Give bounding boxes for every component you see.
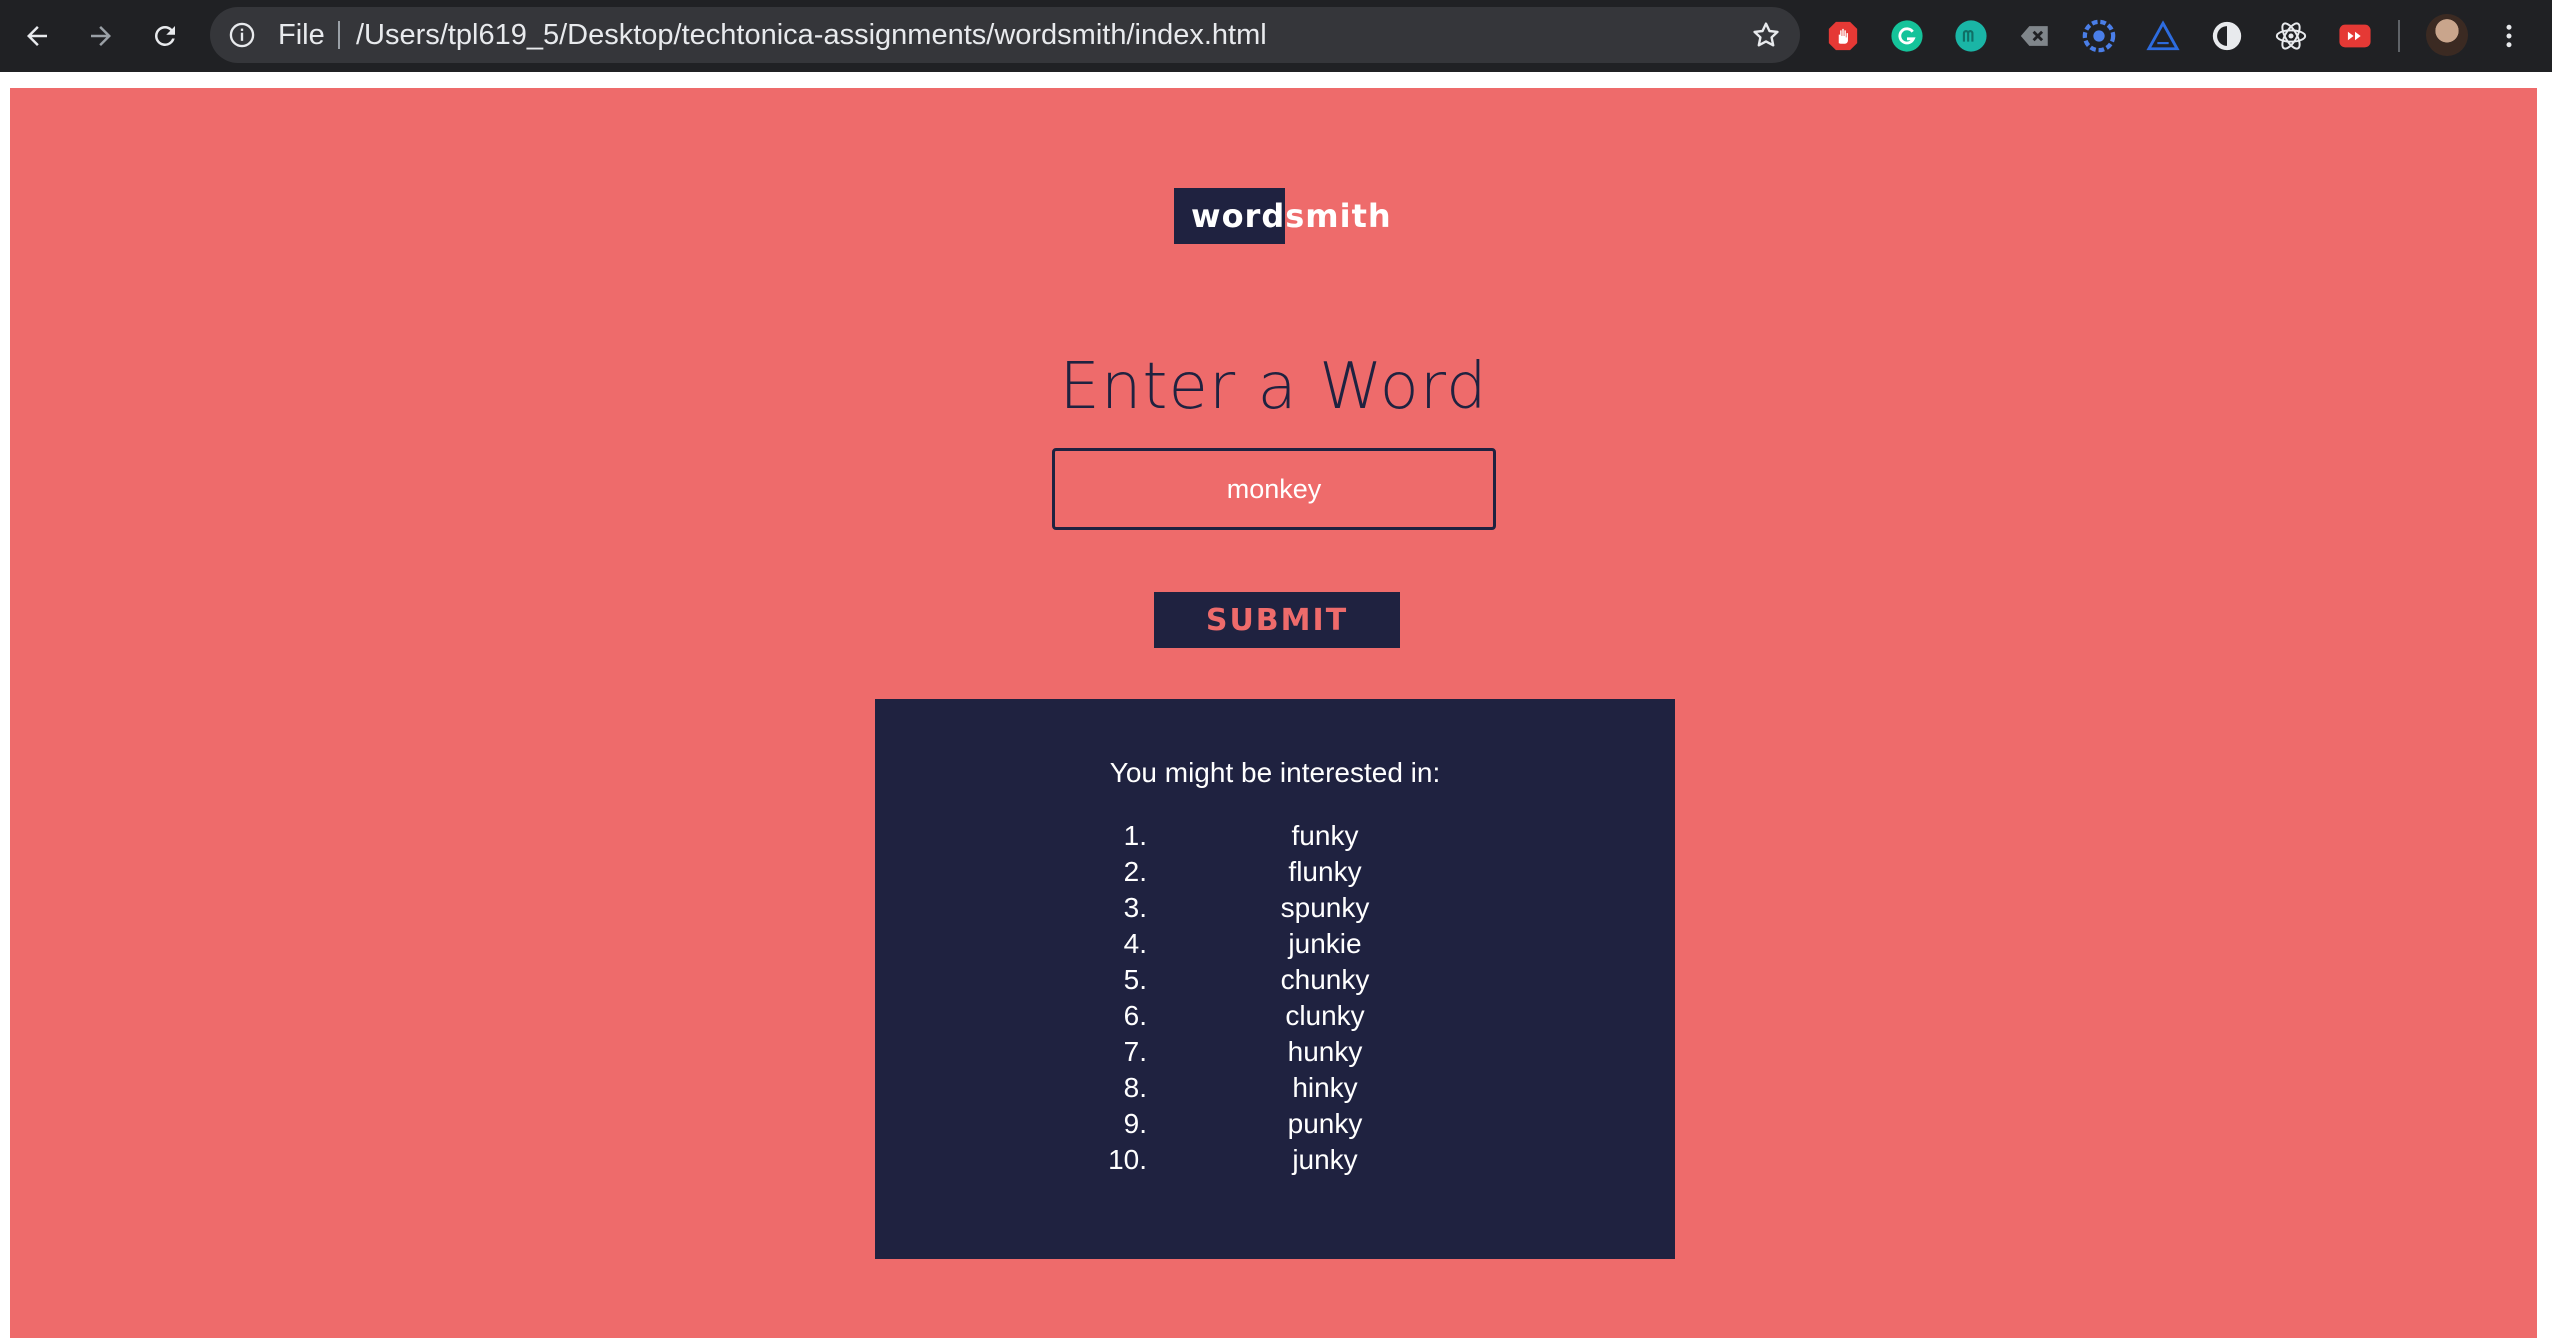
result-word: junkie	[1288, 928, 1362, 959]
page-viewport: wordsmith Enter a Word SUBMIT You might …	[10, 88, 2537, 1338]
url-text[interactable]: /Users/tpl619_5/Desktop/techtonica-assig…	[356, 7, 1267, 63]
result-item: 1. funky	[875, 820, 1675, 856]
result-number: 3.	[1123, 892, 1147, 923]
back-button[interactable]	[12, 11, 62, 61]
wordsmith-logo: wordsmith	[1174, 188, 1396, 244]
youtube-extension-icon[interactable]	[2336, 17, 2374, 55]
word-input[interactable]	[1052, 448, 1496, 530]
profile-avatar[interactable]	[2426, 14, 2468, 56]
logo-word: word	[1174, 188, 1286, 244]
result-number: 6.	[1123, 1000, 1147, 1031]
toolbar-divider	[2398, 20, 2400, 52]
mercury-extension-icon[interactable]	[1952, 17, 1990, 55]
info-icon[interactable]	[228, 21, 256, 49]
result-number: 10.	[1108, 1144, 1147, 1175]
clear-cache-extension-icon[interactable]	[2016, 17, 2054, 55]
vercel-extension-icon[interactable]	[2144, 17, 2182, 55]
scheme-label: File	[278, 19, 325, 51]
result-number: 1.	[1123, 820, 1147, 851]
result-number: 8.	[1123, 1072, 1147, 1103]
result-word: flunky	[1288, 856, 1362, 887]
result-number: 5.	[1123, 964, 1147, 995]
page-heading: Enter a Word	[1059, 350, 1488, 424]
result-word: junky	[1292, 1144, 1358, 1175]
result-word: hinky	[1292, 1072, 1358, 1103]
result-item: 3. spunky	[875, 892, 1675, 928]
omnibox-divider	[338, 21, 340, 49]
dark-reader-extension-icon[interactable]	[2208, 17, 2246, 55]
result-number: 2.	[1123, 856, 1147, 887]
results-list: 1. funky 2. flunky 3. spunky 4. junkie 5. chunky 6…	[875, 820, 1675, 1180]
more-menu-icon[interactable]	[2494, 14, 2524, 58]
arrow-right-icon	[91, 26, 111, 46]
result-item: 10. junky	[875, 1144, 1675, 1180]
result-item: 5. chunky	[875, 964, 1675, 1000]
results-title: You might be interested in:	[1109, 757, 1441, 788]
bookmark-star-icon[interactable]	[1750, 19, 1782, 51]
result-word: spunky	[1280, 892, 1370, 923]
reload-button[interactable]	[140, 11, 190, 61]
result-item: 8. hinky	[875, 1072, 1675, 1108]
forward-button[interactable]	[76, 11, 126, 61]
result-word: chunky	[1280, 964, 1370, 995]
result-word: clunky	[1285, 1000, 1365, 1031]
result-item: 6. clunky	[875, 1000, 1675, 1036]
result-number: 7.	[1123, 1036, 1147, 1067]
result-number: 9.	[1123, 1108, 1147, 1139]
result-item: 4. junkie	[875, 928, 1675, 964]
result-number: 4.	[1123, 928, 1147, 959]
submit-button[interactable]: SUBMIT	[1154, 592, 1400, 648]
react-devtools-extension-icon[interactable]	[2272, 17, 2310, 55]
arrow-left-icon	[27, 26, 47, 46]
chromium-extension-icon[interactable]	[2080, 17, 2118, 55]
result-item: 2. flunky	[875, 856, 1675, 892]
address-bar[interactable]: File /Users/tpl619_5/Desktop/techtonica-…	[210, 7, 1800, 63]
result-item: 7. hunky	[875, 1036, 1675, 1072]
reload-icon	[155, 26, 175, 46]
result-word: funky	[1291, 820, 1359, 851]
logo-smith: smith	[1285, 197, 1392, 235]
result-item: 9. punky	[875, 1108, 1675, 1144]
results-panel: You might be interested in: 1. funky 2. flu…	[875, 699, 1675, 1259]
browser-toolbar: File /Users/tpl619_5/Desktop/techtonica-…	[0, 0, 2552, 72]
stop-hand-extension-icon[interactable]	[1824, 17, 1862, 55]
result-word: punky	[1287, 1108, 1363, 1139]
result-word: hunky	[1287, 1036, 1363, 1067]
grammarly-extension-icon[interactable]	[1888, 17, 1926, 55]
